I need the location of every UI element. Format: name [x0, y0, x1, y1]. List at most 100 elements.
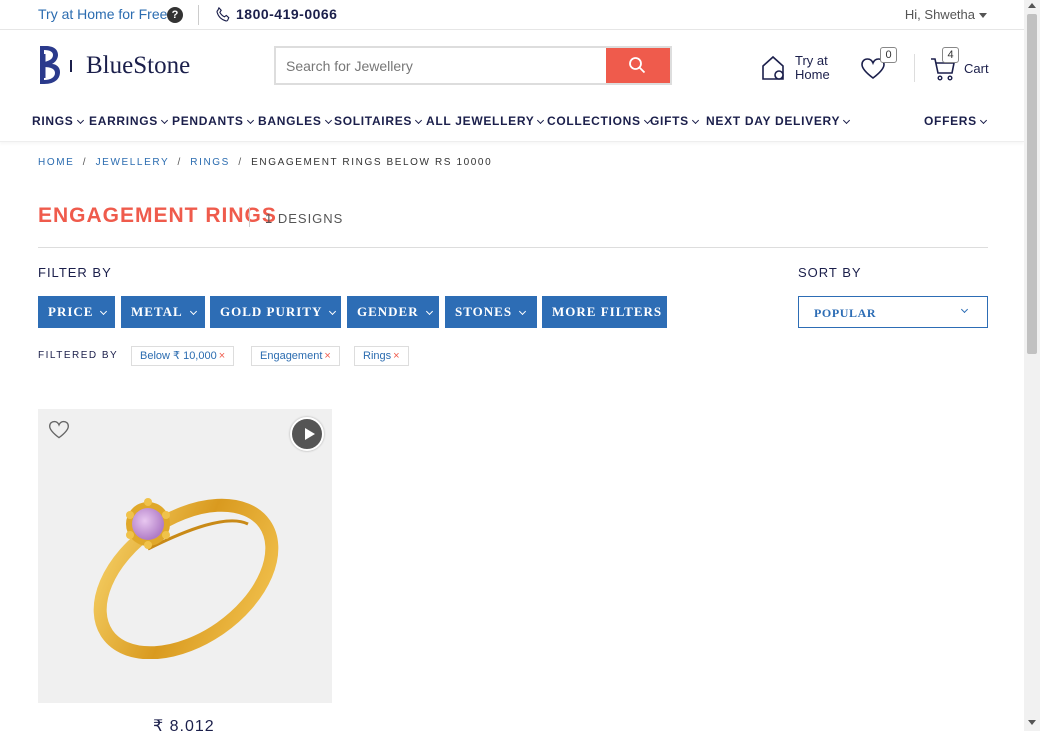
wishlist-button[interactable]: 0 [860, 47, 897, 84]
nav-item-earrings[interactable]: EARRINGS [89, 114, 168, 128]
scroll-up-icon[interactable] [1028, 3, 1036, 8]
nav-label: BANGLES [258, 114, 322, 128]
cart-label: Cart [964, 61, 989, 76]
breadcrumb-separator: / [238, 157, 243, 168]
sort-by-label: SORT BY [798, 265, 862, 280]
chevron-down-icon [415, 116, 423, 125]
nav-label: EARRINGS [89, 114, 158, 128]
nav-item-gifts[interactable]: GIFTS [650, 114, 699, 128]
user-greeting: Hi, Shwetha [904, 7, 975, 22]
product-card[interactable] [38, 409, 332, 703]
try-at-home-link[interactable]: Try at Home for Free [38, 6, 167, 22]
nav-label: RINGS [32, 114, 74, 128]
nav-item-offers[interactable]: OFFERS [924, 114, 987, 128]
nav-item-pendants[interactable]: PENDANTS [172, 114, 254, 128]
filter-label: GOLD PURITY [220, 304, 323, 319]
filter-label: PRICE [48, 304, 94, 319]
filtered-by-label: FILTERED BY [38, 350, 119, 361]
filter-chip[interactable]: Rings × [354, 346, 409, 366]
chevron-down-icon [960, 305, 969, 314]
nav-item-solitaires[interactable]: SOLITAIRES [334, 114, 423, 128]
page-title: ENGAGEMENT RINGS [38, 204, 277, 227]
chip-label: Below ₹ 10,000 [140, 350, 217, 362]
nav-item-rings[interactable]: RINGS [32, 114, 84, 128]
nav-label: OFFERS [924, 114, 977, 128]
product-image[interactable] [78, 469, 288, 659]
filter-stones-button[interactable]: STONES [445, 296, 537, 328]
remove-icon[interactable]: × [393, 350, 399, 362]
filter-gender-button[interactable]: GENDER [347, 296, 439, 328]
chevron-down-icon [329, 307, 337, 316]
logo-divider [70, 60, 72, 72]
filter-by-label: FILTER BY [38, 265, 112, 280]
filter-metal-button[interactable]: METAL [121, 296, 205, 328]
remove-icon[interactable]: × [324, 350, 330, 362]
nav-label: GIFTS [650, 114, 689, 128]
breadcrumb: HOME / JEWELLERY / RINGS / ENGAGEMENT RI… [38, 157, 492, 168]
main-nav: RINGS EARRINGS PENDANTS BANGLES SOLITAIR… [0, 108, 1024, 142]
nav-item-collections[interactable]: COLLECTIONS [547, 114, 651, 128]
designs-count: 1 DESIGNS [265, 211, 344, 226]
breadcrumb-separator: / [82, 157, 88, 168]
breadcrumb-rings[interactable]: RINGS [190, 157, 230, 168]
divider [198, 5, 199, 25]
chevron-down-icon [425, 307, 433, 316]
logo-mark[interactable] [38, 44, 62, 86]
chip-label: Rings [363, 350, 392, 362]
home-icon [762, 55, 784, 80]
chevron-down-icon [979, 116, 987, 125]
cart-button[interactable]: 4 Cart [930, 47, 990, 84]
filter-more-button[interactable]: MORE FILTERS [542, 296, 667, 328]
chevron-down-icon [537, 116, 545, 125]
remove-icon[interactable]: × [219, 350, 225, 362]
chevron-down-icon [519, 307, 527, 316]
top-bar: Try at Home for Free ? 1800-419-0066 Hi,… [0, 0, 1024, 30]
sort-selected: POPULAR [814, 306, 877, 320]
search-icon [629, 57, 646, 74]
nav-label: PENDANTS [172, 114, 244, 128]
wishlist-heart-icon[interactable] [48, 419, 70, 441]
search-button[interactable] [606, 48, 670, 83]
nav-label: SOLITAIRES [334, 114, 413, 128]
nav-item-bangles[interactable]: BANGLES [258, 114, 332, 128]
caret-down-icon [979, 13, 987, 19]
breadcrumb-current: ENGAGEMENT RINGS BELOW RS 10000 [251, 157, 493, 168]
filter-label: STONES [455, 304, 513, 319]
filter-price-button[interactable]: PRICE [38, 296, 115, 328]
breadcrumb-home[interactable]: HOME [38, 157, 74, 168]
product-price: ₹ 8,012 [153, 718, 215, 731]
chip-label: Engagement [260, 350, 323, 362]
nav-item-all-jewellery[interactable]: ALL JEWELLERY [426, 114, 545, 128]
breadcrumb-jewellery[interactable]: JEWELLERY [96, 157, 170, 168]
scroll-thumb[interactable] [1027, 14, 1037, 354]
sort-select[interactable]: POPULAR [798, 296, 988, 328]
nav-item-next-day-delivery[interactable]: NEXT DAY DELIVERY [706, 114, 851, 128]
scrollbar[interactable] [1024, 0, 1040, 731]
filter-chip[interactable]: Below ₹ 10,000 × [131, 346, 235, 366]
nav-label: COLLECTIONS [547, 114, 641, 128]
wishlist-count: 0 [880, 47, 897, 63]
cart-count: 4 [942, 47, 959, 63]
try-at-home-label: Try at Home [795, 53, 830, 82]
chevron-down-icon [189, 307, 197, 316]
scroll-down-icon[interactable] [1028, 720, 1036, 725]
divider [914, 54, 915, 82]
filter-gold-purity-button[interactable]: GOLD PURITY [210, 296, 341, 328]
user-menu[interactable]: Hi, Shwetha [905, 7, 987, 22]
chevron-down-icon [160, 116, 168, 125]
chevron-down-icon [100, 307, 108, 316]
help-icon[interactable]: ? [167, 7, 183, 23]
chevron-down-icon [246, 116, 254, 125]
phone-number[interactable]: 1800-419-0066 [236, 6, 337, 22]
divider [249, 207, 250, 227]
play-icon[interactable] [290, 417, 324, 451]
search-input[interactable] [276, 48, 606, 83]
logo-text[interactable]: BlueStone [86, 52, 190, 80]
divider [38, 247, 988, 248]
filter-label: GENDER [357, 304, 419, 319]
chevron-down-icon [324, 116, 332, 125]
filter-chip[interactable]: Engagement × [251, 346, 340, 366]
filter-label: METAL [131, 304, 183, 319]
chevron-down-icon [843, 116, 851, 125]
breadcrumb-separator: / [177, 157, 182, 168]
